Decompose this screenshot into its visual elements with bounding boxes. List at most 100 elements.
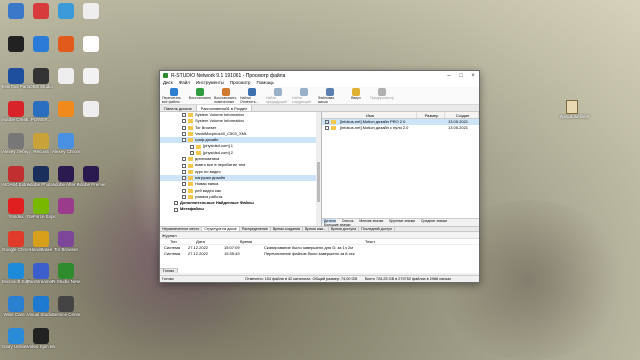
bottom-tab[interactable]: Время изм...: [303, 227, 329, 231]
desktop-shortcut[interactable]: [27, 3, 55, 37]
tree-checkbox[interactable]: [182, 125, 186, 130]
tree-checkbox[interactable]: [182, 176, 186, 181]
desktop-shortcut[interactable]: Alexey Лебедев...: [2, 133, 30, 167]
log-col-date[interactable]: Дата: [182, 239, 212, 244]
desktop-shortcut[interactable]: [2, 3, 30, 37]
toolbar-button[interactable]: Найти предыдущий: [266, 87, 290, 104]
tree-checkbox[interactable]: [190, 144, 194, 149]
list-checkbox[interactable]: [325, 126, 329, 130]
desktop-shortcut[interactable]: Recuva: [27, 133, 55, 167]
column-size[interactable]: Размер: [417, 112, 445, 118]
tree-checkbox[interactable]: [182, 182, 186, 187]
desktop-shortcut[interactable]: Tor Browser: [52, 230, 80, 265]
log-row[interactable]: Система 27.12.2022 15:35:49 Перечисление фа…: [160, 251, 479, 257]
desktop-shortcut[interactable]: OBS Studio: [27, 68, 55, 102]
toolbar-button[interactable]: Найти следующий: [292, 87, 316, 104]
desktop-shortcut[interactable]: [77, 3, 105, 37]
toolbar-button[interactable]: Восстановить помеченные: [214, 87, 238, 104]
toolbar-button[interactable]: Вверх: [344, 87, 368, 104]
desktop-shortcut[interactable]: Video Spin Blaster: [27, 328, 55, 360]
desktop-shortcut[interactable]: PanStreamer...: [27, 263, 55, 297]
desktop-shortcut[interactable]: Service Center: [52, 295, 80, 330]
desktop-file-icon[interactable]: ярлык.website: [560, 100, 589, 130]
tab-drives-panel[interactable]: Панель дисков: [160, 105, 197, 111]
desktop-shortcut[interactable]: Google Chrome: [2, 230, 30, 265]
desktop-shortcut[interactable]: Microsoft Edge: [2, 263, 30, 297]
view-option[interactable]: Мелкие значки: [357, 219, 383, 223]
toolbar-button[interactable]: Восстановить: [188, 87, 212, 104]
folder-icon: [331, 120, 336, 124]
tree-checkbox[interactable]: [182, 195, 186, 199]
tree-checkbox[interactable]: [182, 138, 186, 143]
bottom-tab[interactable]: Время создания: [271, 227, 304, 231]
desktop-shortcut[interactable]: Glary Utilities 5: [2, 328, 30, 360]
toolbar-button[interactable]: Файловая маска: [318, 87, 342, 104]
column-created[interactable]: Создан: [445, 112, 479, 118]
menu-item[interactable]: Инструменты: [196, 80, 224, 87]
desktop-shortcut[interactable]: Adobe Premie...: [77, 165, 105, 200]
maximize-icon[interactable]: □: [455, 73, 467, 79]
desktop-shortcut[interactable]: [52, 3, 80, 37]
list-item[interactable]: [infokus.net] Motion дизайн с нуля 2.0 13…: [322, 125, 479, 131]
desktop-shortcut[interactable]: AIDA64 Extreme: [2, 165, 30, 200]
desktop-shortcut[interactable]: [77, 68, 105, 102]
desktop-shortcut[interactable]: [2, 35, 30, 70]
desktop-shortcut[interactable]: Wise Care...: [2, 295, 30, 330]
log-col-time[interactable]: Время: [212, 239, 270, 244]
tree-item-label: Метафайлы: [180, 206, 204, 212]
tree-checkbox[interactable]: [190, 150, 194, 155]
desktop-shortcut[interactable]: R-Studio Network: [52, 263, 80, 297]
toolbar-button[interactable]: Перечитать все файлы: [162, 87, 186, 104]
log-col-text[interactable]: Текст: [270, 239, 479, 244]
scroll-thumb[interactable]: [317, 162, 320, 202]
desktop-shortcut[interactable]: [52, 100, 80, 135]
tree-checkbox[interactable]: [182, 132, 186, 137]
tree-checkbox[interactable]: [182, 157, 186, 162]
menu-item[interactable]: Помощь: [256, 80, 273, 87]
desktop-shortcut[interactable]: [77, 35, 105, 70]
column-name[interactable]: Имя: [322, 112, 417, 118]
desktop-shortcut[interactable]: [27, 35, 55, 70]
desktop-shortcut[interactable]: Alexey Chrome: [52, 133, 80, 167]
desktop-shortcut[interactable]: GeForce Experience: [27, 198, 55, 232]
toolbar-button[interactable]: Найти/Отметить...: [240, 87, 264, 104]
log-tab[interactable]: Готово: [160, 268, 179, 273]
close-icon[interactable]: ×: [467, 73, 479, 79]
desktop-shortcut[interactable]: Adobe Photosh...: [27, 165, 55, 200]
toolbar-button[interactable]: Предпросмотр: [370, 87, 394, 104]
desktop-shortcut[interactable]: Adobe Creati...: [2, 100, 30, 135]
tree-checkbox[interactable]: [174, 201, 178, 206]
log-col-type[interactable]: Тип: [160, 239, 182, 244]
minimize-icon[interactable]: –: [443, 73, 455, 79]
bottom-tab[interactable]: Время доступа: [329, 227, 360, 231]
bottom-tab[interactable]: Последний доступ: [359, 227, 395, 231]
tab-recognized-partition[interactable]: Распознанный1 в Раздел: [196, 105, 253, 111]
tree-checkbox[interactable]: [174, 207, 178, 212]
view-option[interactable]: Средние значки: [419, 219, 447, 223]
tree-scrollbar[interactable]: [316, 112, 321, 226]
list-checkbox[interactable]: [325, 120, 329, 124]
menu-item[interactable]: Просмотр: [230, 80, 251, 87]
tree-checkbox[interactable]: [182, 113, 186, 118]
desktop-shortcut[interactable]: MiniTool Partition...: [2, 68, 30, 102]
desktop-shortcut[interactable]: HandBrake: [27, 230, 55, 265]
desktop-shortcut[interactable]: [52, 68, 80, 102]
tree-checkbox[interactable]: [182, 169, 186, 174]
tree-item[interactable]: Метафайлы: [160, 206, 321, 212]
desktop-shortcut[interactable]: [52, 35, 80, 70]
desktop-shortcut[interactable]: [52, 198, 80, 232]
desktop-shortcut[interactable]: [77, 100, 105, 135]
tree-checkbox[interactable]: [182, 163, 186, 168]
desktop-shortcut[interactable]: Yandex: [2, 198, 30, 232]
menu-item[interactable]: Диск: [163, 80, 173, 87]
desktop-shortcut[interactable]: Visual Studio Code: [27, 295, 55, 330]
bottom-tab[interactable]: Неразмеченное место: [160, 227, 203, 231]
tree-checkbox[interactable]: [182, 188, 186, 193]
view-option[interactable]: Крупные значки: [387, 219, 415, 223]
bottom-tab[interactable]: Структура на диске: [202, 227, 240, 231]
desktop-shortcut[interactable]: POWER...: [27, 100, 55, 135]
desktop-shortcut[interactable]: Adobe After Effects 2021: [52, 165, 80, 200]
menu-item[interactable]: Файл: [179, 80, 190, 87]
tree-checkbox[interactable]: [182, 119, 186, 124]
bottom-tab[interactable]: Распределение: [240, 227, 271, 231]
